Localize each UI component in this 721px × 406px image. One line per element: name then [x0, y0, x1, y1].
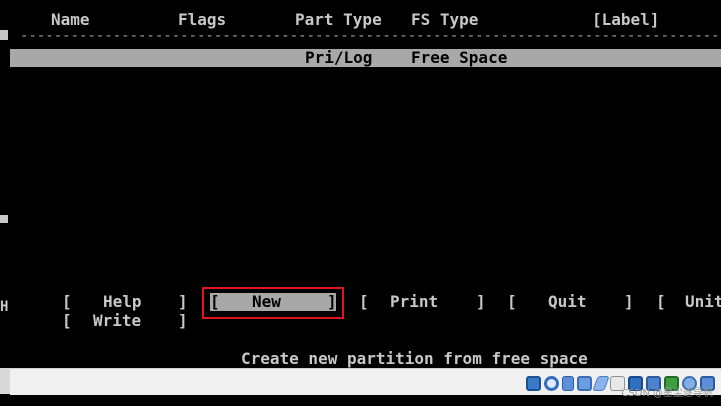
menu-print-label: Print — [390, 292, 439, 311]
menu-write-close: ] — [178, 311, 188, 330]
partition-part-type: Pri/Log — [305, 48, 373, 67]
watermark: CSDN @星尘逐导帆 — [621, 388, 713, 399]
menu-units-label: Unit — [685, 292, 721, 311]
menu-write-label: Write — [93, 311, 142, 330]
annotation-highlight-box — [202, 287, 344, 319]
left-edge-letter: H — [0, 299, 9, 315]
menu-write-button[interactable]: [ Write ] — [62, 311, 188, 331]
column-header-flags: Flags — [178, 10, 227, 29]
menu-help-close: ] — [178, 292, 188, 311]
vm-status-bar — [0, 368, 721, 406]
menu-quit-close: ] — [624, 292, 634, 311]
header-divider: ----------------------------------------… — [20, 32, 721, 40]
hdd-icon[interactable] — [526, 375, 541, 391]
left-edge-marker-mid — [0, 215, 8, 223]
column-header-fs-type: FS Type — [411, 10, 479, 29]
left-edge-marker-top — [0, 30, 8, 40]
menu-quit-label: Quit — [548, 292, 587, 311]
menu-help-open: [ — [62, 292, 72, 311]
menu-help-label: Help — [103, 292, 142, 311]
menu-print-open: [ — [359, 292, 369, 311]
menu-print-button[interactable]: [ Print ] — [359, 292, 486, 312]
menu-print-close: ] — [476, 292, 486, 311]
menu-write-open: [ — [62, 311, 72, 330]
partition-row-free-space[interactable]: Pri/Log Free Space — [10, 48, 721, 67]
menu-quit-button[interactable]: [ Quit ] — [507, 292, 634, 312]
vm-status-left-edge — [0, 368, 10, 394]
menu-quit-open: [ — [507, 292, 517, 311]
menu-units-open: [ — [656, 292, 666, 311]
partition-fs-type: Free Space — [411, 48, 508, 67]
pen-icon[interactable] — [592, 375, 610, 391]
terminal-screen: Name Flags Part Type FS Type [Label] ---… — [0, 0, 721, 368]
menu-units-button[interactable]: [ Unit — [656, 292, 721, 312]
column-header-name: Name — [51, 10, 90, 29]
menu-help-button[interactable]: [ Help ] — [62, 292, 188, 312]
usb-icon[interactable] — [562, 375, 574, 391]
column-header-label: [Label] — [592, 10, 660, 29]
cd-icon[interactable] — [544, 375, 559, 391]
network-icon[interactable] — [577, 375, 592, 391]
vm-status-strip — [10, 368, 721, 395]
status-message: Create new partition from free space — [241, 349, 588, 368]
column-header-part-type: Part Type — [295, 10, 382, 29]
